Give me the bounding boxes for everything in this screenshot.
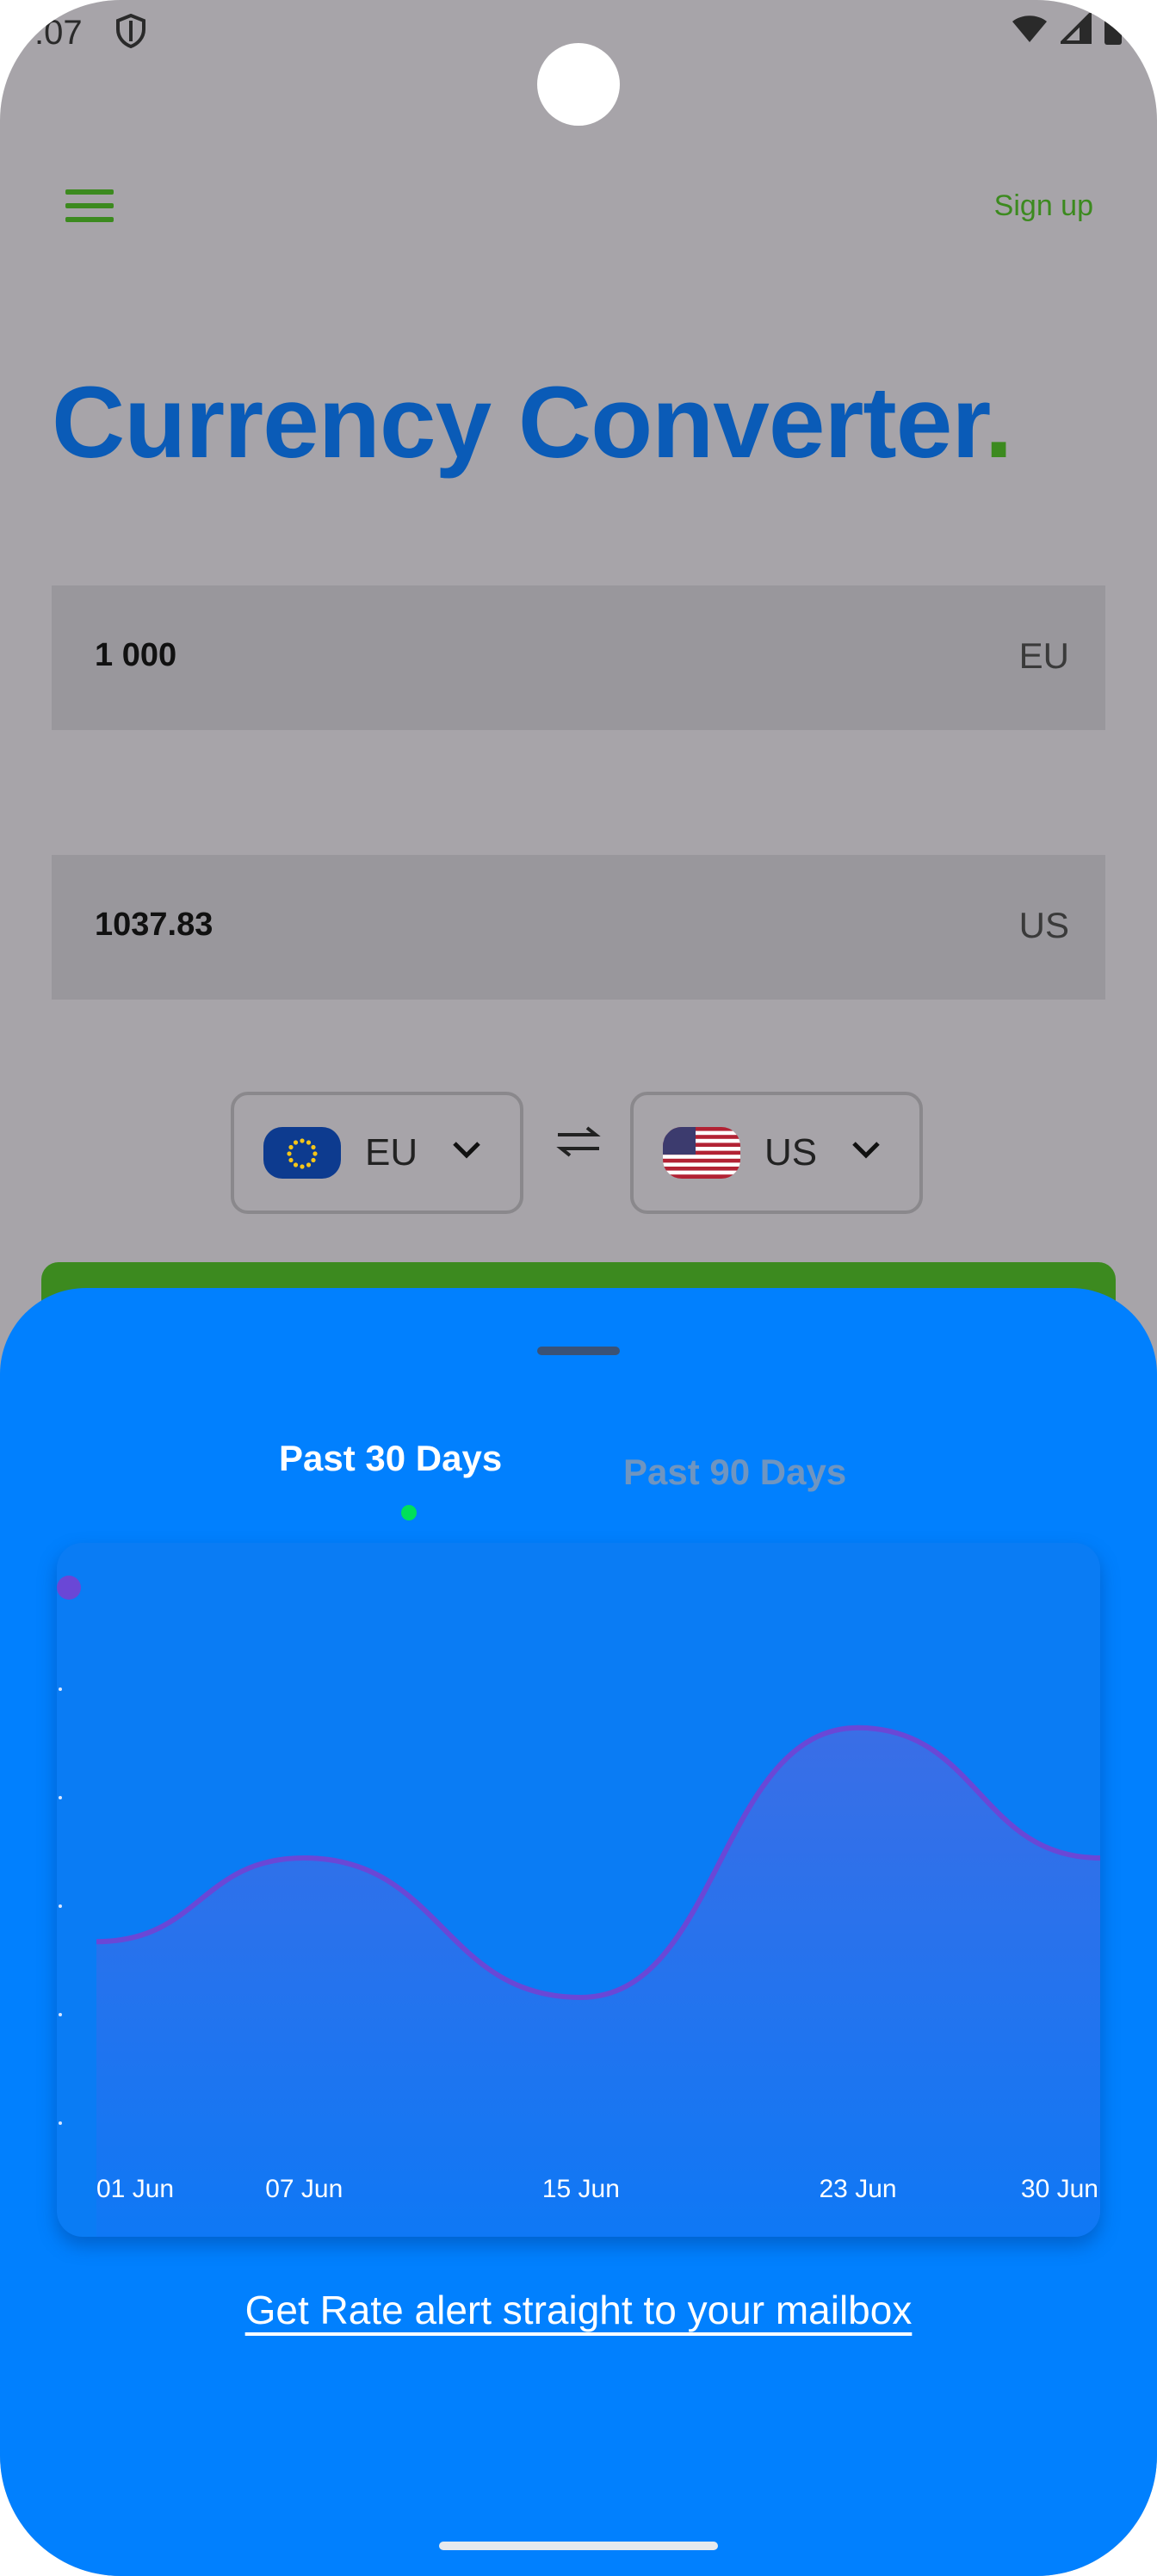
chevron-down-icon <box>852 1142 880 1159</box>
shield-icon <box>115 13 146 53</box>
phone-screen: :07 Sign up Currency Converter. 1 000 EU… <box>0 0 1157 2576</box>
active-tab-indicator <box>401 1505 417 1520</box>
x-tick-label: 15 Jun <box>542 2175 620 2203</box>
title-dot: . <box>984 366 1013 480</box>
rate-alert-link[interactable]: Get Rate alert straight to your mailbox <box>0 2287 1157 2333</box>
from-amount-field[interactable]: 1 000 EU <box>52 585 1105 730</box>
y-tick-mark <box>59 1687 62 1691</box>
us-flag-icon <box>663 1127 740 1179</box>
status-time: :07 <box>34 14 83 52</box>
sign-up-link[interactable]: Sign up <box>994 189 1093 223</box>
chart-marker-dot <box>57 1576 81 1600</box>
sheet-drag-handle[interactable] <box>537 1347 620 1355</box>
x-tick-label: 01 Jun <box>96 2175 174 2203</box>
from-currency-code: EU <box>1018 635 1069 676</box>
title-text: Currency Converter <box>52 366 986 480</box>
rate-chart: 01 Jun 07 Jun 15 Jun 23 Jun 30 Jun <box>57 1576 1100 2237</box>
to-amount-field[interactable]: 1037.83 US <box>52 855 1105 1000</box>
from-currency-select[interactable]: EU <box>231 1092 523 1214</box>
tab-past-30-days[interactable]: Past 30 Days <box>279 1438 502 1479</box>
x-tick-label: 30 Jun <box>1021 2175 1098 2203</box>
y-tick-mark <box>59 2121 62 2125</box>
y-tick-mark <box>59 2013 62 2016</box>
home-indicator <box>439 2542 718 2550</box>
hamburger-menu-icon[interactable] <box>65 186 117 226</box>
to-currency-label: US <box>764 1131 818 1173</box>
camera-cutout <box>537 43 620 126</box>
bottom-sheet: Past 30 Days Past 90 Days 01 Jun 07 Jun 15… <box>0 1288 1157 2576</box>
to-amount-value: 1037.83 <box>95 907 213 943</box>
x-tick-label: 23 Jun <box>820 2175 897 2203</box>
y-tick-mark <box>59 1796 62 1799</box>
rate-chart-card: 01 Jun 07 Jun 15 Jun 23 Jun 30 Jun <box>57 1543 1100 2237</box>
y-tick-mark <box>59 1904 62 1908</box>
to-currency-code: US <box>1018 905 1069 945</box>
eu-flag-icon <box>263 1127 341 1179</box>
swap-arrows-icon[interactable] <box>553 1124 604 1163</box>
wifi-icon <box>1012 15 1047 42</box>
from-amount-value: 1 000 <box>95 637 177 673</box>
from-currency-label: EU <box>365 1131 418 1173</box>
system-icons <box>1011 12 1123 45</box>
chart-area-fill <box>96 1727 1100 2237</box>
tab-past-90-days[interactable]: Past 90 Days <box>623 1452 846 1493</box>
cell-signal-icon <box>1061 13 1092 44</box>
chevron-down-icon <box>453 1142 480 1159</box>
battery-icon <box>1104 12 1122 45</box>
page-title: Currency Converter. <box>52 372 1013 474</box>
x-tick-label: 07 Jun <box>265 2175 343 2203</box>
to-currency-select[interactable]: US <box>630 1092 923 1214</box>
